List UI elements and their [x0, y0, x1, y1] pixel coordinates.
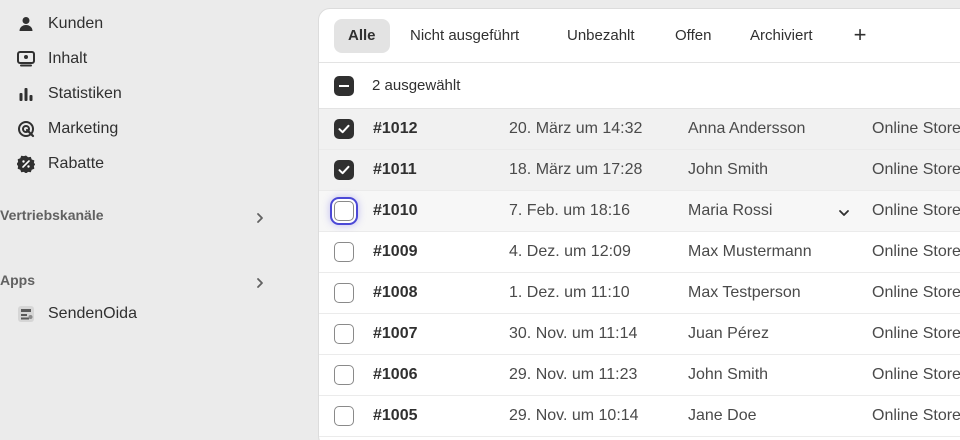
sales-channel: Online Store — [872, 407, 960, 424]
customer-name: Juan Pérez — [688, 325, 769, 342]
target-icon — [16, 119, 36, 139]
sales-channel: Online Store — [872, 202, 960, 219]
orders-card: Alle Nicht ausgeführt Unbezahlt Offen Ar… — [318, 8, 960, 440]
table-row[interactable]: #1011 18. März um 17:28 John Smith Online S… — [319, 150, 960, 191]
order-number[interactable]: #1010 — [373, 202, 418, 220]
row-checkbox[interactable] — [334, 160, 354, 180]
row-checkbox[interactable] — [334, 406, 354, 426]
customer-name: Max Testperson — [688, 284, 801, 301]
sidebar-item-inhalt[interactable]: Inhalt — [0, 43, 280, 75]
tab-archiviert[interactable]: Archiviert — [736, 19, 827, 53]
add-tab-button[interactable]: + — [845, 19, 875, 53]
sales-channel: Online Store — [872, 366, 960, 383]
checkmark-icon — [338, 124, 350, 134]
chevron-down-icon[interactable] — [838, 206, 850, 218]
table-row[interactable]: #1012 20. März um 14:32 Anna Andersson Onli… — [319, 109, 960, 150]
sidebar-item-label: SendenOida — [48, 305, 137, 322]
sidebar-item-marketing[interactable]: Marketing — [0, 113, 280, 145]
chevron-right-icon[interactable] — [254, 211, 266, 223]
order-date: 1. Dez. um 11:10 — [509, 284, 630, 301]
customer-name: Anna Andersson — [688, 120, 806, 137]
order-date: 20. März um 14:32 — [509, 120, 643, 137]
sidebar: Kunden Inhalt Statistiken Marketing Raba… — [0, 0, 288, 440]
table-row[interactable]: #1007 30. Nov. um 11:14 Juan Pérez Online S… — [319, 314, 960, 355]
tab-nicht-ausgefuehrt[interactable]: Nicht ausgeführt — [396, 19, 533, 53]
bulk-action-bar: 2 ausgewählt — [319, 63, 960, 109]
row-checkbox[interactable] — [334, 119, 354, 139]
order-date: 30. Nov. um 11:14 — [509, 325, 638, 342]
order-date: 4. Dez. um 12:09 — [509, 243, 631, 260]
bar-chart-icon — [16, 84, 36, 104]
sales-channel: Online Store — [872, 161, 960, 178]
tab-unbezahlt[interactable]: Unbezahlt — [553, 19, 649, 53]
sidebar-item-statistiken[interactable]: Statistiken — [0, 78, 280, 110]
customer-name: Maria Rossi — [688, 202, 773, 219]
order-number[interactable]: #1011 — [373, 161, 417, 179]
tab-alle[interactable]: Alle — [334, 19, 390, 53]
customer-name: Jane Doe — [688, 407, 757, 424]
checkmark-icon — [338, 165, 350, 175]
person-icon — [16, 14, 36, 34]
order-number[interactable]: #1005 — [373, 407, 418, 425]
sidebar-item-label: Inhalt — [48, 50, 88, 67]
app-icon — [16, 304, 36, 324]
order-date: 29. Nov. um 11:23 — [509, 366, 638, 383]
table-row[interactable]: #1005 29. Nov. um 10:14 Jane Doe Online Sto… — [319, 396, 960, 437]
table-row[interactable]: #1006 29. Nov. um 11:23 John Smith Online S… — [319, 355, 960, 396]
sidebar-item-label: Statistiken — [48, 85, 122, 102]
order-number[interactable]: #1008 — [373, 284, 418, 302]
sidebar-item-sendenoida[interactable]: SendenOida — [0, 298, 280, 330]
order-number[interactable]: #1009 — [373, 243, 418, 261]
apps-title: Apps — [0, 272, 35, 288]
order-number[interactable]: #1006 — [373, 366, 418, 384]
sales-channel: Online Store — [872, 284, 960, 301]
table-row[interactable]: #1009 4. Dez. um 12:09 Max Mustermann Onlin… — [319, 232, 960, 273]
sidebar-item-kunden[interactable]: Kunden — [0, 8, 280, 40]
chevron-right-icon[interactable] — [254, 276, 266, 288]
customer-name: John Smith — [688, 161, 769, 178]
customer-name: John Smith — [688, 366, 769, 383]
filter-tabs: Alle Nicht ausgeführt Unbezahlt Offen Ar… — [319, 9, 960, 63]
image-icon — [16, 49, 36, 69]
sidebar-item-label: Kunden — [48, 15, 104, 32]
sidebar-item-label: Marketing — [48, 120, 119, 137]
order-date: 7. Feb. um 18:16 — [509, 202, 630, 219]
order-number[interactable]: #1007 — [373, 325, 418, 343]
select-all-checkbox[interactable] — [334, 76, 354, 96]
sidebar-item-rabatte[interactable]: Rabatte — [0, 148, 280, 180]
row-checkbox[interactable] — [334, 242, 354, 262]
order-number[interactable]: #1012 — [373, 120, 418, 138]
order-date: 29. Nov. um 10:14 — [509, 407, 639, 424]
sidebar-item-label: Rabatte — [48, 155, 105, 172]
table-row[interactable]: #1008 1. Dez. um 11:10 Max Testperson Onlin… — [319, 273, 960, 314]
customer-name: Max Mustermann — [688, 243, 812, 260]
sales-channel: Online Store — [872, 325, 960, 342]
discount-icon — [16, 154, 36, 174]
selected-count: 2 ausgewählt — [372, 77, 461, 94]
row-checkbox[interactable] — [334, 201, 354, 221]
row-checkbox[interactable] — [334, 324, 354, 344]
order-date: 18. März um 17:28 — [509, 161, 643, 178]
table-row[interactable]: #1010 7. Feb. um 18:16 Maria Rossi Online S… — [319, 191, 960, 232]
sales-channels-title: Vertriebskanäle — [0, 207, 104, 223]
sales-channel: Online Store — [872, 120, 960, 137]
tab-offen[interactable]: Offen — [661, 19, 725, 53]
row-checkbox[interactable] — [334, 365, 354, 385]
sales-channel: Online Store — [872, 243, 960, 260]
row-checkbox[interactable] — [334, 283, 354, 303]
